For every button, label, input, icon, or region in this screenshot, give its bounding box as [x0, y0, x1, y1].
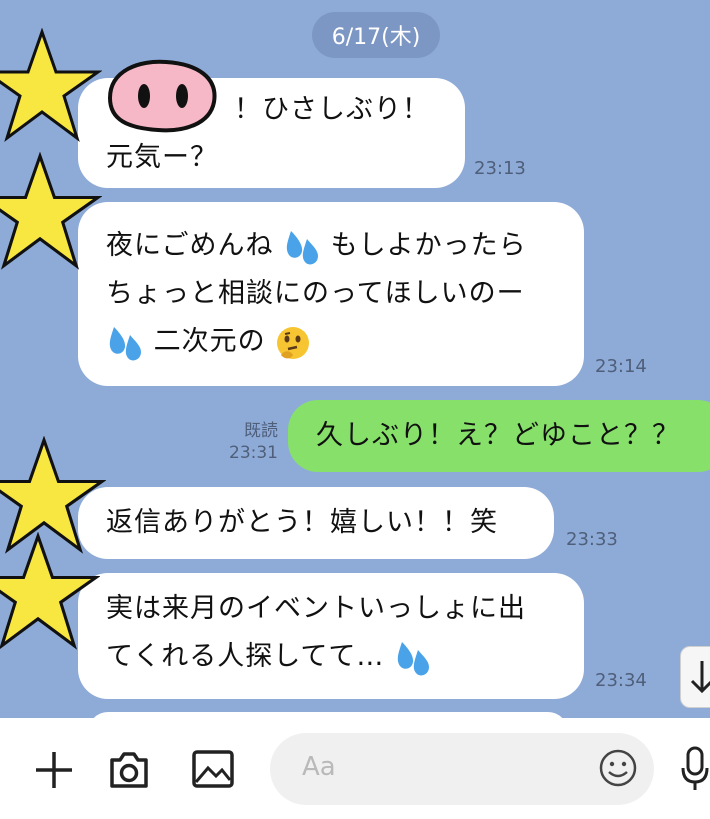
emoji-icon[interactable]: [598, 748, 638, 788]
sweat-drops-icon: [109, 326, 141, 360]
thinking-face-icon: [277, 326, 310, 359]
message-3-time: 23:31: [229, 443, 278, 463]
message-2-line2: ちょっと相談にのってほしいのー: [106, 278, 525, 309]
chat-area[interactable]: 6/17(木) ！ひさしぶり！ 元気ー？ 23:13 夜にごめんね もしよかった…: [0, 0, 710, 718]
star-sticker: [0, 28, 102, 142]
star-sticker: [0, 152, 102, 270]
camera-icon[interactable]: [106, 746, 152, 792]
date-label: 6/17(木): [331, 25, 421, 50]
message-2-line3-text: 二次元の: [153, 326, 266, 357]
message-5-line1: 実は来月のイベントいっしょに出: [106, 593, 526, 624]
sweat-drops-icon: [286, 230, 319, 264]
plus-icon[interactable]: [32, 748, 76, 792]
pig-nose-sticker: [107, 59, 217, 133]
message-2-line1a: 夜にごめんね: [106, 230, 274, 261]
scroll-down-icon: [690, 661, 710, 694]
image-icon[interactable]: [190, 746, 236, 792]
read-receipt: 既読 23:31: [222, 420, 278, 464]
microphone-icon[interactable]: [680, 744, 710, 794]
read-label: 既読: [244, 421, 278, 441]
message-1-line2: 元気ー？: [106, 142, 218, 173]
message-4-time: 23:33: [566, 529, 618, 550]
message-bubble-2[interactable]: 夜にごめんね もしよかったら ちょっと相談にのってほしいのー 二次元の: [78, 202, 584, 386]
message-bubble-3[interactable]: 久しぶり！え？どゆこと？？: [288, 400, 710, 472]
star-sticker: [0, 532, 100, 650]
message-2-line1: 夜にごめんね もしよかったら: [106, 222, 556, 270]
message-bubble-4[interactable]: 返信ありがとう！嬉しい！！笑: [78, 487, 554, 559]
message-4-text: 返信ありがとう！嬉しい！！笑: [106, 507, 498, 538]
scroll-to-bottom-button[interactable]: [680, 646, 710, 708]
message-2-time: 23:14: [595, 356, 647, 377]
date-separator: 6/17(木): [312, 12, 440, 58]
message-1-time: 23:13: [474, 158, 526, 179]
sweat-drops-icon: [397, 641, 429, 675]
message-2-line1b: もしよかったら: [330, 230, 527, 261]
message-5-line2: てくれる人探してて…: [106, 641, 385, 672]
message-2-line3: 二次元の: [106, 318, 556, 366]
message-3-text: 久しぶり！え？どゆこと？？: [316, 420, 680, 451]
message-input-placeholder: Aa: [302, 752, 336, 782]
message-5-time: 23:34: [595, 670, 647, 691]
message-bubble-5[interactable]: 実は来月のイベントいっしょに出 てくれる人探してて…: [78, 573, 584, 699]
